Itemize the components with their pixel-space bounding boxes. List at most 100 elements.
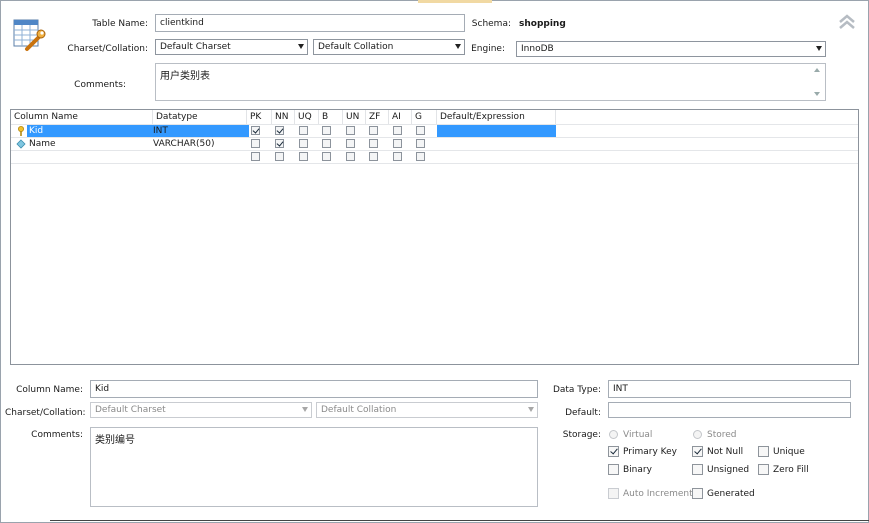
scroll-up-icon[interactable]: [814, 68, 820, 72]
nn-checkbox[interactable]: [275, 126, 284, 135]
table-comments-text: 用户类别表: [160, 71, 210, 82]
cell-column-name[interactable]: Kid: [27, 125, 249, 137]
table-wrench-icon: [13, 19, 46, 51]
cell-datatype[interactable]: INT: [153, 125, 168, 137]
b-checkbox[interactable]: [322, 126, 331, 135]
table-row[interactable]: Kid INT: [11, 125, 859, 137]
uq-checkbox[interactable]: [299, 126, 308, 135]
binary-checkbox[interactable]: [608, 464, 619, 475]
engine-select[interactable]: InnoDB: [516, 41, 826, 57]
key-icon: [18, 126, 24, 136]
zf-checkbox[interactable]: [369, 152, 378, 161]
collation-select-value: Default Collation: [318, 42, 394, 52]
column-charset-collation-label: Charset/Collation:: [5, 408, 86, 418]
charset-select-value: Default Charset: [160, 42, 231, 52]
charset-select[interactable]: Default Charset: [155, 39, 308, 55]
header-nn[interactable]: NN: [272, 110, 295, 124]
nn-checkbox[interactable]: [275, 139, 284, 148]
generated-checkbox[interactable]: [692, 488, 703, 499]
not-null-checkbox[interactable]: [692, 446, 703, 457]
unsigned-checkbox[interactable]: [692, 464, 703, 475]
uq-checkbox[interactable]: [299, 152, 308, 161]
g-checkbox[interactable]: [416, 152, 425, 161]
primary-key-label: Primary Key: [623, 447, 677, 457]
column-name-input[interactable]: Kid: [90, 380, 538, 398]
un-checkbox[interactable]: [346, 152, 355, 161]
columns-grid[interactable]: Column Name Datatype PK NN UQ B UN ZF AI…: [10, 109, 859, 365]
un-checkbox[interactable]: [346, 126, 355, 135]
chevron-down-icon: [302, 407, 308, 412]
schema-label: Schema:: [471, 19, 511, 29]
uq-checkbox[interactable]: [299, 139, 308, 148]
default-input[interactable]: [608, 402, 851, 418]
table-comments-label: Comments:: [74, 80, 126, 90]
comments-scrollbar[interactable]: [811, 64, 825, 100]
pk-checkbox[interactable]: [251, 152, 260, 161]
table-row[interactable]: Name VARCHAR(50): [11, 138, 859, 150]
engine-label: Engine:: [471, 44, 505, 54]
storage-label: Storage:: [562, 430, 601, 440]
diamond-icon: [16, 139, 26, 149]
zero-fill-label: Zero Fill: [773, 465, 809, 475]
table-row[interactable]: [11, 151, 859, 163]
b-checkbox[interactable]: [322, 139, 331, 148]
table-name-input[interactable]: clientkind: [155, 14, 465, 32]
header-b[interactable]: B: [319, 110, 343, 124]
header-pk[interactable]: PK: [247, 110, 272, 124]
b-checkbox[interactable]: [322, 152, 331, 161]
ai-checkbox[interactable]: [393, 126, 402, 135]
unique-label: Unique: [773, 447, 805, 457]
pk-checkbox[interactable]: [251, 139, 260, 148]
zf-checkbox[interactable]: [369, 139, 378, 148]
unique-checkbox[interactable]: [758, 446, 769, 457]
row-divider: [11, 163, 858, 164]
g-checkbox[interactable]: [416, 126, 425, 135]
header-zf[interactable]: ZF: [366, 110, 389, 124]
stored-radio[interactable]: [693, 430, 702, 439]
ai-checkbox[interactable]: [393, 139, 402, 148]
column-comments-text: 类别编号: [95, 435, 135, 446]
zero-fill-checkbox[interactable]: [758, 464, 769, 475]
header-ai[interactable]: AI: [389, 110, 412, 124]
auto-increment-checkbox[interactable]: [608, 488, 619, 499]
ai-checkbox[interactable]: [393, 152, 402, 161]
chevron-down-icon: [455, 44, 461, 49]
header-column-name[interactable]: Column Name: [11, 110, 153, 124]
pk-checkbox[interactable]: [251, 126, 260, 135]
chevron-down-icon: [298, 44, 304, 49]
double-chevron-up-icon[interactable]: [838, 14, 856, 30]
collation-select[interactable]: Default Collation: [313, 39, 465, 55]
not-null-label: Not Null: [707, 447, 744, 457]
tab-indicator: [418, 0, 492, 3]
scroll-down-icon[interactable]: [814, 92, 820, 96]
generated-label: Generated: [707, 489, 755, 499]
column-collation-value: Default Collation: [321, 405, 397, 415]
data-type-input[interactable]: INT: [608, 380, 851, 398]
table-comments-input[interactable]: 用户类别表: [155, 63, 826, 101]
primary-key-checkbox[interactable]: [608, 446, 619, 457]
chevron-down-icon: [816, 46, 822, 51]
cell-default-expression[interactable]: [437, 125, 556, 137]
nn-checkbox[interactable]: [275, 152, 284, 161]
column-charset-select: Default Charset: [90, 402, 312, 418]
header-un[interactable]: UN: [343, 110, 366, 124]
header-uq[interactable]: UQ: [295, 110, 319, 124]
zf-checkbox[interactable]: [369, 126, 378, 135]
binary-label: Binary: [623, 465, 652, 475]
stored-label: Stored: [707, 430, 737, 440]
virtual-radio[interactable]: [609, 430, 618, 439]
column-comments-input[interactable]: 类别编号: [90, 427, 538, 507]
engine-select-value: InnoDB: [521, 44, 554, 54]
cell-column-name[interactable]: Name: [29, 138, 56, 150]
bottom-divider: [50, 520, 869, 521]
cell-datatype[interactable]: VARCHAR(50): [153, 138, 214, 150]
charset-collation-label: Charset/Collation:: [67, 44, 148, 54]
un-checkbox[interactable]: [346, 139, 355, 148]
default-label: Default:: [565, 408, 601, 418]
table-name-label: Table Name:: [92, 19, 148, 29]
data-type-label: Data Type:: [552, 385, 601, 395]
g-checkbox[interactable]: [416, 139, 425, 148]
header-datatype[interactable]: Datatype: [153, 110, 247, 124]
header-default-expression[interactable]: Default/Expression: [437, 110, 556, 124]
header-g[interactable]: G: [412, 110, 437, 124]
